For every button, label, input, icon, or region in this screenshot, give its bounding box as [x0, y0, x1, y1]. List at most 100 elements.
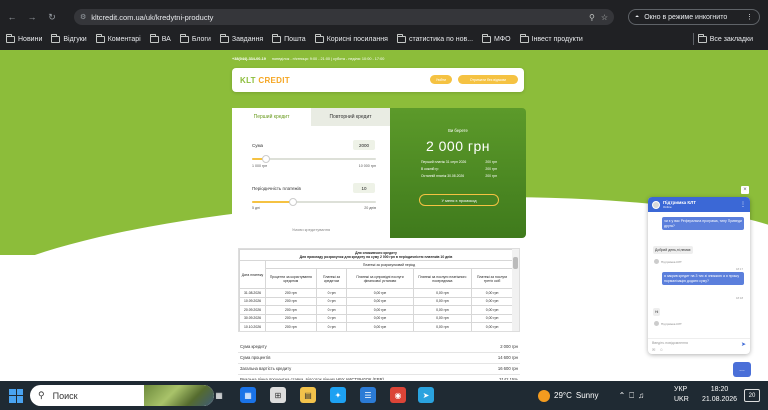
calculator-icon[interactable]: ⊞: [270, 387, 286, 403]
telegram-icon[interactable]: ➤: [418, 387, 434, 403]
back-icon[interactable]: ←: [6, 11, 18, 23]
amount-label: Сума: [252, 143, 264, 148]
volume-icon[interactable]: ♫: [638, 391, 644, 400]
file-explorer-icon[interactable]: ▤: [300, 387, 316, 403]
promo-code-button[interactable]: У меня є промокод: [419, 194, 499, 206]
task-view-icon[interactable]: ▦: [211, 387, 227, 403]
table-cell: 20.09.2026: [239, 305, 266, 315]
operator-name: Підтримка КЛТ: [661, 259, 682, 264]
group-header: Платежі за розрахунковий період: [265, 260, 513, 269]
notification-badge[interactable]: 20: [744, 389, 760, 402]
bookmark-label: Новини: [18, 35, 43, 43]
period-min: 5 дні: [252, 206, 260, 210]
total-row: Сума кредиту 2 000 грн: [238, 344, 520, 349]
bookmark-label: Корисні посилання: [326, 35, 388, 43]
weather-condition: Sunny: [575, 391, 599, 400]
bookmark-item[interactable]: Пошта: [272, 33, 306, 43]
tab-first-credit[interactable]: Перший кредит: [232, 108, 311, 126]
summary-row-value: 200 грн: [485, 174, 497, 178]
windows-start-icon[interactable]: [9, 388, 23, 403]
bookmark-item[interactable]: Інвест продукти: [519, 33, 583, 43]
period-input[interactable]: 10: [353, 183, 375, 193]
total-row: Загальна вартість кредиту 16 600 грн: [238, 366, 520, 371]
phone-link[interactable]: +38(044)-334-00-19: [232, 57, 266, 61]
table-cell: 0 грн: [315, 288, 348, 298]
amount-slider-handle[interactable]: [261, 155, 270, 163]
amount-slider[interactable]: [252, 155, 376, 163]
all-bookmarks[interactable]: Все закладки: [697, 33, 753, 43]
chrome-icon[interactable]: ◉: [390, 387, 406, 403]
top-info: +38(044)-334-00-19 понеділок - п'ятниця:…: [232, 57, 384, 61]
chat-close-icon[interactable]: ×: [741, 186, 749, 194]
login-button[interactable]: Увійти: [430, 75, 452, 84]
table-cell: 0,00 грн: [346, 288, 414, 298]
chat-menu-icon[interactable]: ⋮: [740, 201, 746, 208]
scroll-thumb[interactable]: [513, 257, 518, 269]
register-button[interactable]: Отримати без відмови: [458, 75, 518, 84]
period-slider-fill: [252, 201, 293, 203]
chat-status: Online: [663, 204, 672, 209]
bookmark-label: МФО: [494, 35, 511, 43]
bookmark-item[interactable]: МФО: [482, 33, 511, 43]
windows-taskbar: ⚲ Поиск ▦ ▦ ⊞ ▤ ✦ ☰ ◉ ➤ 29°C Sunny ⌃ ⎕ ♫…: [0, 381, 768, 410]
address-bar[interactable]: ⚙ kltcredit.com.ua/uk/kredytni-producty …: [74, 9, 614, 25]
table-scrollbar[interactable]: [512, 249, 519, 331]
emoji-icon[interactable]: ☺: [659, 347, 663, 352]
reload-icon[interactable]: ↻: [46, 11, 58, 23]
menu-icon[interactable]: ⋮: [746, 13, 753, 21]
chat-input[interactable]: Введіть повідомлення ✉ ☺ ➤: [648, 338, 750, 354]
folder-icon: [519, 33, 529, 43]
bookmark-label: Завдання: [231, 35, 264, 43]
bookmark-item[interactable]: Завдання: [219, 33, 264, 43]
tab-repeat-credit[interactable]: Повторний кредит: [311, 108, 390, 126]
table-cell: 0,00 грн: [412, 330, 473, 331]
terms-link[interactable]: Умови кредитування: [232, 227, 390, 232]
bookmark-item[interactable]: Корисні посилання: [314, 33, 388, 43]
user-message: чи є у вас Реферальна програма, типу При…: [662, 217, 744, 231]
site-logo[interactable]: KLT CREDIT: [240, 76, 290, 85]
bookmarks-separator: [692, 33, 694, 45]
chat-launcher-icon: …: [739, 366, 745, 373]
bookmark-item[interactable]: Блоги: [179, 33, 211, 43]
summary-row-value: 200 грн: [485, 160, 497, 164]
language-indicator[interactable]: УКР UKR: [674, 385, 689, 405]
store-icon[interactable]: ☰: [360, 387, 376, 403]
bookmark-item[interactable]: Відгуки: [51, 33, 87, 43]
summary-row-value: 200 грн: [485, 167, 497, 171]
forward-icon[interactable]: →: [26, 11, 38, 23]
table-cell: 0,00 грн: [346, 313, 414, 323]
table-cell: 0,00 грн: [346, 296, 414, 306]
chat-title: Підтримка КЛТ: [663, 199, 697, 205]
bookmark-item[interactable]: статистика по нов...: [396, 33, 473, 43]
attach-icon[interactable]: ✉: [652, 347, 655, 352]
table-cell: 0,00 грн: [346, 305, 414, 315]
period-slider[interactable]: [252, 198, 376, 206]
network-icon[interactable]: ⎕: [629, 391, 634, 401]
windows-app-icon[interactable]: ▦: [240, 387, 256, 403]
column-headers: Проценти за користування кредитом Платежі…: [240, 268, 513, 289]
incognito-label: Окно в режиме инкогнито: [644, 13, 728, 21]
folder-icon: [179, 33, 189, 43]
bookmark-item[interactable]: ВА: [149, 33, 171, 43]
amount-input[interactable]: 2000: [353, 140, 375, 150]
bookmark-item[interactable]: Новини: [6, 33, 43, 43]
period-slider-handle[interactable]: [288, 198, 297, 206]
bookmark-label: Інвест продукти: [531, 35, 583, 43]
clock-time: 18:20: [710, 386, 729, 393]
bookmark-item[interactable]: Коментарі: [95, 33, 141, 43]
operator-avatar: [652, 200, 660, 209]
copilot-icon[interactable]: ✦: [330, 387, 346, 403]
folder-icon: [396, 33, 406, 43]
tray-chevron-icon[interactable]: ⌃: [619, 391, 626, 400]
taskbar-search[interactable]: ⚲ Поиск: [30, 385, 214, 406]
browser-toolbar: ← → ↻ ⚙ kltcredit.com.ua/uk/kredytni-pro…: [0, 6, 768, 28]
weather-widget[interactable]: 29°C Sunny ⌃ ⎕ ♫: [538, 381, 644, 410]
chat-launcher-button[interactable]: …: [733, 362, 751, 377]
table-cell: 200 грн: [265, 322, 317, 331]
search-icon[interactable]: ⚲: [589, 13, 595, 22]
star-icon[interactable]: ☆: [601, 13, 608, 22]
incognito-button[interactable]: ◓ Окно в режиме инкогнито ⋮: [628, 9, 760, 25]
send-icon[interactable]: ➤: [741, 341, 746, 352]
site-info-icon[interactable]: ⚙: [80, 13, 86, 21]
system-clock[interactable]: 18:20 21.08.2026: [702, 385, 737, 405]
